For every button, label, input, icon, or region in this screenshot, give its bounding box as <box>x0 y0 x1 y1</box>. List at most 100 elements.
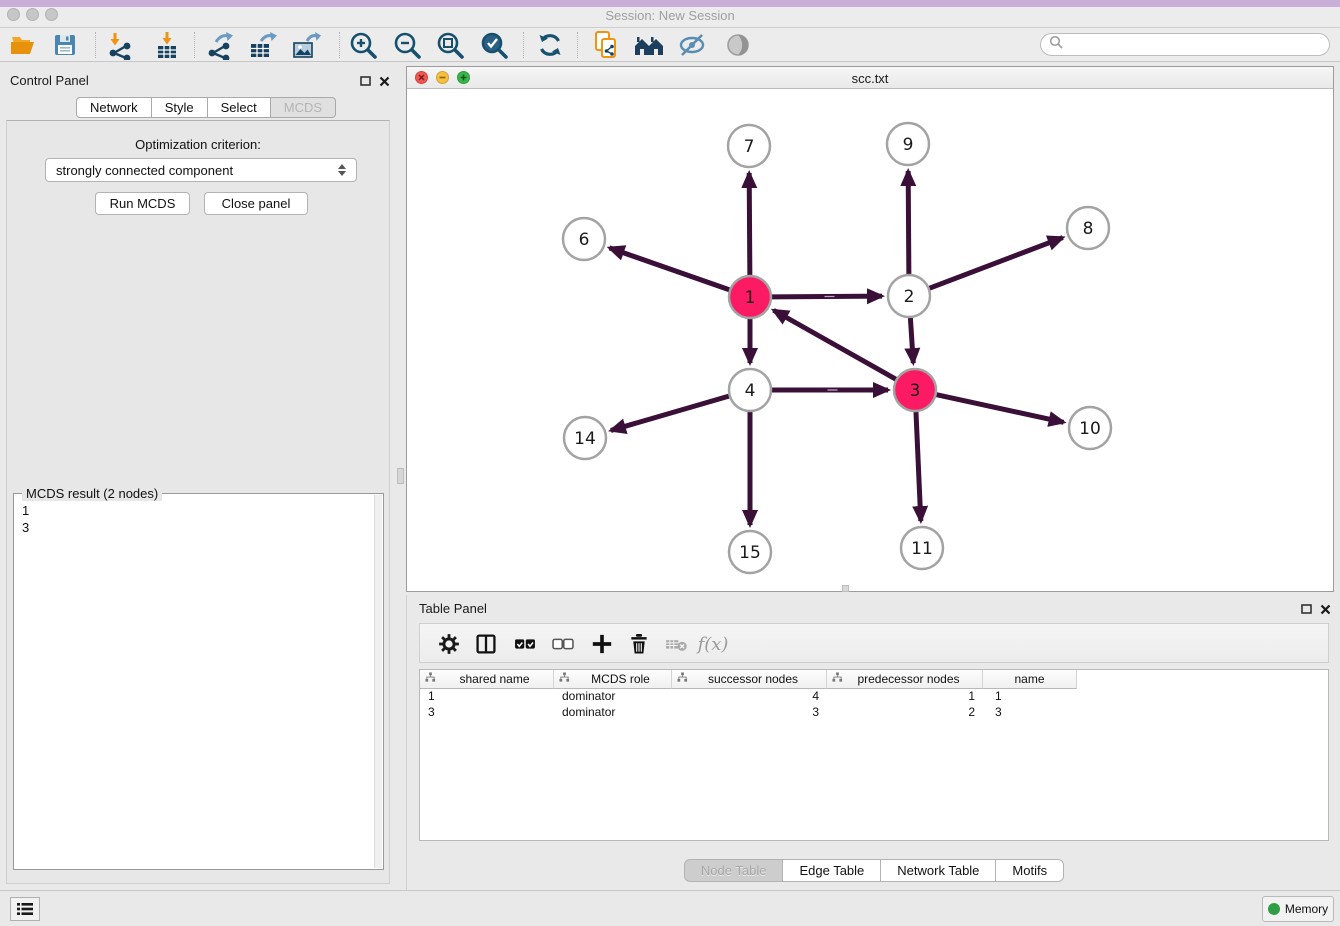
zoom-selected-icon[interactable] <box>478 30 510 60</box>
edge-2-3[interactable] <box>910 318 913 363</box>
splitter-handle[interactable] <box>397 468 404 484</box>
tab-node-table[interactable]: Node Table <box>684 859 784 882</box>
delete-icon[interactable] <box>624 629 654 659</box>
tab-edge-table[interactable]: Edge Table <box>783 859 881 882</box>
edge-2-9[interactable] <box>908 171 909 274</box>
hide-panels-icon[interactable] <box>676 30 708 60</box>
tab-network-table[interactable]: Network Table <box>881 859 996 882</box>
zoom-out-icon[interactable] <box>391 30 423 60</box>
cell[interactable]: 4 <box>672 689 827 705</box>
tab-network[interactable]: Network <box>76 97 152 118</box>
node-label-14: 14 <box>574 429 596 449</box>
select-all-icon[interactable] <box>510 629 540 659</box>
main-toolbar <box>0 28 1340 62</box>
close-icon[interactable] <box>379 74 390 92</box>
edge-4-14[interactable] <box>611 396 729 430</box>
tab-mcds[interactable]: MCDS <box>271 97 336 118</box>
cell[interactable]: 3 <box>983 705 1077 721</box>
mcds-result-box: MCDS result (2 nodes) 1 3 <box>13 493 384 870</box>
edge-3-1[interactable] <box>774 310 896 379</box>
node-label-9: 9 <box>903 135 914 155</box>
cell[interactable]: dominator <box>554 689 672 705</box>
node-label-6: 6 <box>579 230 590 250</box>
appearance-icon[interactable] <box>722 30 754 60</box>
column-header-name[interactable]: name <box>983 670 1077 689</box>
tab-select[interactable]: Select <box>208 97 271 118</box>
edge-2-8[interactable] <box>930 238 1063 289</box>
edge-3-11[interactable] <box>916 412 921 521</box>
edge-1-7[interactable] <box>749 173 750 275</box>
table-rows: 1dominator4113dominator323 <box>420 689 1328 721</box>
optimization-criterion-label: Optimization criterion: <box>7 137 389 152</box>
close-icon[interactable] <box>1320 602 1331 620</box>
cell[interactable]: 1 <box>420 689 554 705</box>
delete-table-icon[interactable] <box>661 629 691 659</box>
status-bar: Memory <box>0 890 1340 926</box>
titlebar-accent <box>0 0 1340 7</box>
optimization-criterion-select[interactable]: strongly connected component <box>45 158 357 182</box>
column-header-shared-name[interactable]: shared name <box>420 670 554 689</box>
node-label-1: 1 <box>745 288 756 308</box>
network-canvas[interactable]: 7968124314101511 <box>407 89 1333 592</box>
edge-3-10[interactable] <box>936 395 1063 423</box>
hierarchy-icon <box>554 672 570 686</box>
zoom-in-icon[interactable] <box>347 30 379 60</box>
export-network-icon[interactable] <box>203 30 235 60</box>
window-titlebar: Session: New Session <box>0 0 1340 28</box>
hierarchy-icon <box>672 672 688 686</box>
table-panel: Table Panel f(x) shared nameMCDS rolesuc… <box>406 595 1340 890</box>
cell[interactable]: 1 <box>983 689 1077 705</box>
columns-icon[interactable] <box>471 629 501 659</box>
save-session-icon[interactable] <box>49 30 81 60</box>
gear-icon[interactable] <box>434 629 464 659</box>
tab-motifs[interactable]: Motifs <box>996 859 1064 882</box>
cell[interactable]: 3 <box>420 705 554 721</box>
open-session-icon[interactable] <box>7 30 39 60</box>
function-builder-icon[interactable]: f(x) <box>698 629 728 659</box>
network-view-window: scc.txt 7968124314101511 <box>406 66 1334 592</box>
cell[interactable]: 1 <box>827 689 983 705</box>
cell[interactable]: 2 <box>827 705 983 721</box>
close-panel-button[interactable]: Close panel <box>204 192 308 215</box>
mcds-result-text[interactable]: 1 3 <box>15 497 375 867</box>
canvas-scroll-handle[interactable] <box>842 585 849 592</box>
export-table-icon[interactable] <box>246 30 278 60</box>
memory-status-icon <box>1268 903 1280 915</box>
float-icon[interactable] <box>1301 602 1312 620</box>
column-header-predecessor-nodes[interactable]: predecessor nodes <box>827 670 983 689</box>
result-scrollbar[interactable] <box>374 495 382 868</box>
selected-option: strongly connected component <box>56 163 233 178</box>
refresh-icon[interactable] <box>534 30 566 60</box>
cell[interactable]: 3 <box>672 705 827 721</box>
cell[interactable]: dominator <box>554 705 672 721</box>
table-row[interactable]: 1dominator411 <box>420 689 1328 705</box>
export-image-icon[interactable] <box>290 30 322 60</box>
import-table-icon[interactable] <box>151 30 183 60</box>
node-label-11: 11 <box>911 539 933 559</box>
network-window-titlebar[interactable]: scc.txt <box>407 67 1333 89</box>
control-panel-title: Control Panel <box>10 73 89 88</box>
table-toolbar: f(x) <box>419 623 1329 663</box>
task-history-button[interactable] <box>10 897 40 921</box>
deselect-all-icon[interactable] <box>548 629 578 659</box>
hierarchy-icon <box>420 672 436 686</box>
column-header-MCDS-role[interactable]: MCDS role <box>554 670 672 689</box>
node-label-10: 10 <box>1079 419 1101 439</box>
search-input[interactable] <box>1040 33 1330 56</box>
run-mcds-button[interactable]: Run MCDS <box>95 192 190 215</box>
memory-button[interactable]: Memory <box>1262 896 1334 922</box>
node-table: shared nameMCDS rolesuccessor nodesprede… <box>419 669 1329 841</box>
float-icon[interactable] <box>360 74 371 92</box>
edge-1-6[interactable] <box>609 248 729 290</box>
control-panel: Control Panel NetworkStyleSelectMCDS Opt… <box>0 62 397 890</box>
import-network-icon[interactable] <box>104 30 136 60</box>
tab-style[interactable]: Style <box>152 97 208 118</box>
column-header-successor-nodes[interactable]: successor nodes <box>672 670 827 689</box>
node-label-4: 4 <box>745 381 756 401</box>
table-row[interactable]: 3dominator323 <box>420 705 1328 721</box>
select-stepper-icon <box>338 164 346 176</box>
add-column-icon[interactable] <box>587 629 617 659</box>
home-icon[interactable] <box>633 30 665 60</box>
duplicate-network-icon[interactable] <box>590 30 622 60</box>
zoom-fit-icon[interactable] <box>434 30 466 60</box>
